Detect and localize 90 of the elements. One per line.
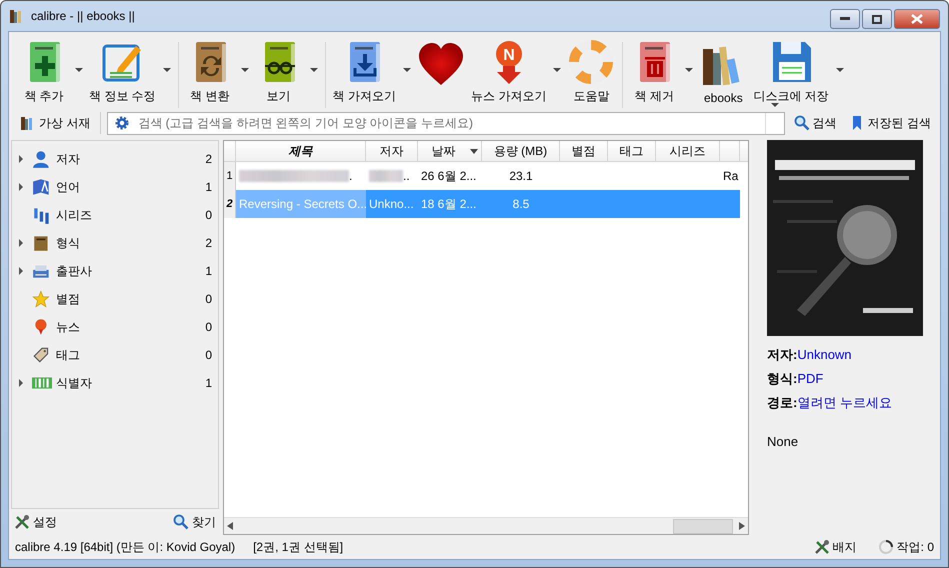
close-button[interactable]: [894, 9, 940, 29]
badge-button[interactable]: 배지: [810, 536, 860, 558]
dropdown-arrow-icon[interactable]: [310, 68, 318, 72]
help-icon: [567, 38, 616, 86]
table-cell: Ra: [723, 169, 738, 183]
toolbar-button[interactable]: 도움말: [564, 38, 618, 108]
search-button[interactable]: 검색: [790, 112, 840, 134]
column-header[interactable]: 제목: [236, 141, 366, 161]
expand-arrow-icon[interactable]: [16, 378, 26, 388]
expand-arrow-icon[interactable]: [16, 182, 26, 192]
horizontal-scrollbar[interactable]: [224, 517, 748, 534]
dropdown-arrow-icon[interactable]: [836, 68, 844, 72]
dropdown-arrow-icon[interactable]: [553, 68, 562, 72]
star-icon: [32, 290, 52, 308]
dropdown-arrow-icon[interactable]: [75, 68, 83, 72]
sidebar-item[interactable]: 출판사 1: [12, 257, 218, 285]
toolbar-button[interactable]: N 뉴스 가져오기: [468, 38, 550, 108]
sidebar-item[interactable]: 식별자 1: [12, 369, 218, 397]
dropdown-arrow-icon[interactable]: [403, 68, 412, 72]
table-cell: 18 6월 2...: [421, 196, 476, 212]
sidebar-item[interactable]: 형식 2: [12, 229, 218, 257]
dropdown-arrow-icon[interactable]: [240, 68, 249, 72]
comments-text: None: [767, 434, 800, 449]
tools-icon: [814, 539, 830, 555]
table-cell: Reversing - Secrets O...: [239, 197, 366, 211]
dropdown-arrow-icon[interactable]: [162, 68, 171, 72]
field-link[interactable]: Unknown: [797, 347, 852, 362]
field-link[interactable]: 열려면 누르세요: [797, 395, 892, 410]
sidebar-item[interactable]: 언어 1: [12, 173, 218, 201]
field-label: 형식:: [767, 371, 798, 386]
saved-searches-button[interactable]: 저장된 검색: [846, 112, 934, 134]
table-row[interactable]: 2 Reversing - Secrets O... Unkno... 18 6월 2... 8.5: [224, 190, 748, 218]
close-icon: [911, 14, 923, 24]
toolbar-button[interactable]: 책 제거: [627, 38, 682, 108]
sidebar-item[interactable]: 별점 0: [12, 285, 218, 313]
scroll-left-icon[interactable]: [227, 522, 233, 530]
expand-arrow-icon[interactable]: [16, 238, 26, 248]
toolbar-button[interactable]: 보기: [252, 38, 306, 108]
field-label: 경로:: [767, 395, 798, 410]
table-cell: 8.5: [512, 197, 530, 211]
expand-arrow-icon[interactable]: [16, 266, 26, 276]
jobs-count[interactable]: 작업: 0: [896, 538, 934, 556]
minimize-button[interactable]: [830, 9, 860, 29]
search-icon: [794, 115, 810, 131]
scroll-right-icon[interactable]: [739, 522, 745, 530]
selection-count: [2권, 1권 선택됨]: [253, 538, 344, 556]
field-link[interactable]: PDF: [797, 371, 824, 386]
settings-button[interactable]: 설정: [11, 512, 60, 532]
column-header[interactable]: 별점: [560, 141, 608, 161]
maximize-icon: [872, 14, 882, 24]
version-text: calibre 4.19 [64bit] (만든 이: Kovid Goyal): [15, 538, 236, 556]
toolbar-button[interactable]: 책 정보 수정: [86, 38, 159, 108]
table-cell: ..: [403, 169, 410, 183]
column-header[interactable]: 시리즈: [656, 141, 720, 161]
dropdown-arrow-icon[interactable]: [685, 68, 694, 72]
toolbar-button[interactable]: ebooks: [696, 41, 750, 108]
column-header[interactable]: 태그: [608, 141, 656, 161]
search-input[interactable]: 검색 (고급 검색을 하려면 왼쪽의 기어 모양 아이콘을 누르세요): [136, 115, 759, 131]
sidebar-item[interactable]: 태그 0: [12, 341, 218, 369]
column-header[interactable]: 용량 (MB): [482, 141, 560, 161]
column-header[interactable]: 날짜: [418, 141, 482, 161]
table-cell: 26 6월 2...: [421, 168, 476, 184]
table-cell: 23.1: [509, 169, 533, 183]
toolbar-button[interactable]: 책 가져오기: [330, 38, 400, 108]
toolbar-button[interactable]: 책 변환: [182, 38, 237, 108]
virtual-library-button[interactable]: 가상 서재: [15, 112, 94, 134]
row-number: 2: [224, 190, 236, 218]
spinner-icon: [878, 539, 894, 555]
search-icon: [173, 514, 189, 530]
table-cell: Unkno...: [369, 197, 414, 211]
expand-arrow-icon[interactable]: [16, 154, 26, 164]
scroll-thumb[interactable]: [673, 518, 733, 534]
table-row[interactable]: 1 . .. 26 6월 2... 23.1 Ra: [224, 162, 748, 190]
toolbar-button[interactable]: 책 추가: [17, 38, 71, 108]
tools-icon: [14, 514, 30, 530]
dropdown-arrow-icon[interactable]: [771, 103, 780, 107]
sidebar-item[interactable]: 저자 2: [12, 145, 218, 173]
toolbar-button[interactable]: 디스크에 저장: [750, 38, 832, 108]
sidebar-item[interactable]: 시리즈 0: [12, 201, 218, 229]
row-number: 1: [224, 162, 236, 190]
minimize-icon: [840, 17, 850, 21]
window-title: calibre - || ebooks ||: [31, 9, 136, 23]
gear-icon[interactable]: [114, 115, 130, 131]
column-header[interactable]: 저자: [366, 141, 418, 161]
find-button[interactable]: 찾기: [170, 512, 219, 532]
field-label: 저자:: [767, 347, 798, 362]
table-cell: .: [349, 169, 352, 183]
books-icon: [19, 115, 35, 131]
maximize-button[interactable]: [862, 9, 892, 29]
sidebar-item[interactable]: 뉴스 0: [12, 313, 218, 341]
